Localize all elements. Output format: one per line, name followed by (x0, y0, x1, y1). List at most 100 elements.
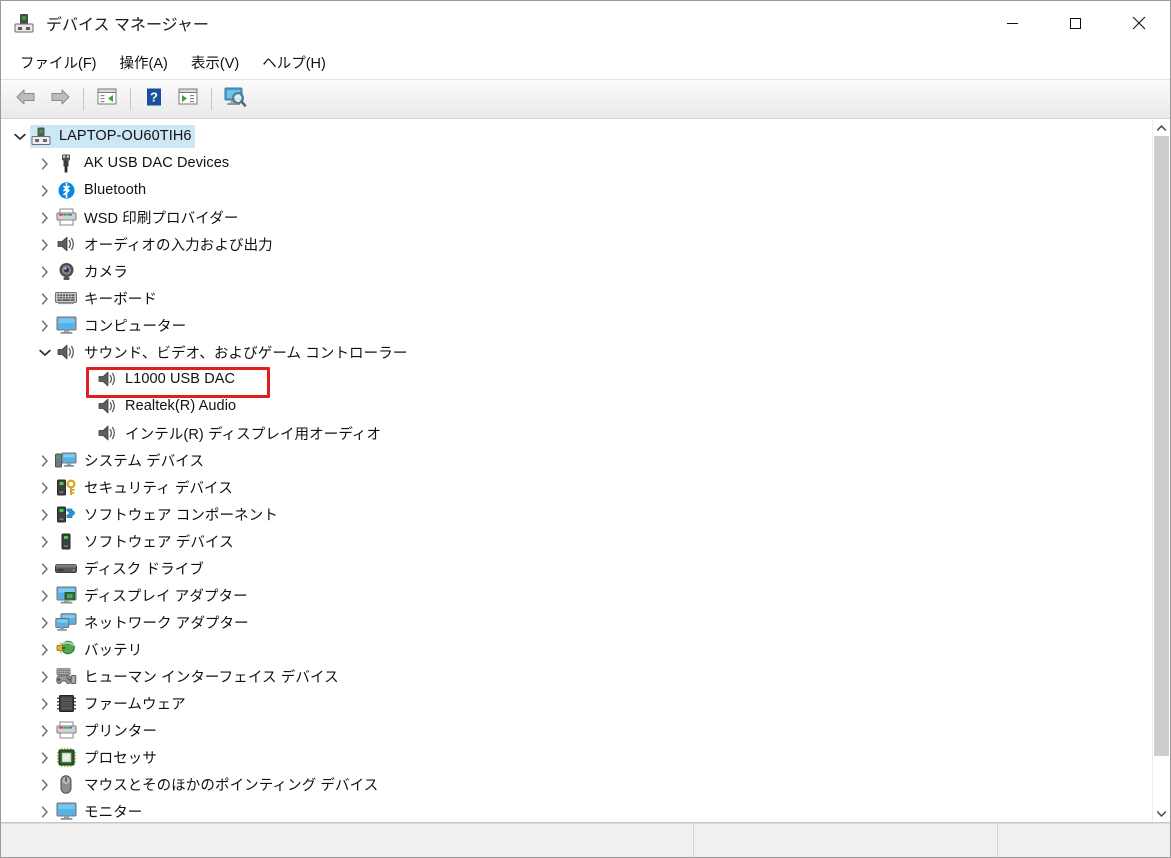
chevron-down-icon[interactable] (35, 349, 55, 357)
tree-item-label: AK USB DAC Devices (84, 155, 230, 171)
toolbar-properties[interactable] (91, 83, 123, 115)
device-tree[interactable]: LAPTOP-OU60TIH6 AK USB DAC Devices Bluet… (1, 119, 1152, 822)
battery-icon (55, 639, 77, 659)
chevron-right-icon[interactable] (35, 643, 55, 656)
chevron-right-icon[interactable] (35, 562, 55, 575)
status-pane-3 (998, 824, 1170, 857)
chevron-right-icon[interactable] (35, 319, 55, 332)
chevron-right-icon[interactable] (35, 616, 55, 629)
tree-item-label: ヒューマン インターフェイス デバイス (84, 669, 339, 686)
tree-item[interactable]: モニター (1, 798, 1152, 822)
tree-item-label: システム デバイス (84, 453, 205, 470)
tree-item[interactable]: インテル(R) ディスプレイ用オーディオ (1, 420, 1152, 447)
menu-bar: ファイル(F) 操作(A) 表示(V) ヘルプ(H) (1, 45, 1170, 80)
speaker-icon (55, 342, 77, 362)
tree-item[interactable]: ソフトウェア デバイス (1, 528, 1152, 555)
speaker-icon (96, 396, 118, 416)
system-devices-icon (55, 450, 77, 470)
tree-item[interactable]: ディスク ドライブ (1, 555, 1152, 582)
security-device-icon (55, 477, 77, 497)
minimize-button[interactable] (981, 1, 1044, 45)
back-arrow-icon (14, 87, 38, 112)
tree-item[interactable]: バッテリ (1, 636, 1152, 663)
chevron-right-icon[interactable] (35, 697, 55, 710)
tree-item-label: キーボード (84, 291, 157, 308)
chevron-right-icon[interactable] (35, 508, 55, 521)
chevron-right-icon[interactable] (35, 589, 55, 602)
mouse-icon (55, 774, 77, 794)
tree-item-label: コンピューター (84, 318, 187, 335)
tree-item[interactable]: WSD 印刷プロバイダー (1, 204, 1152, 231)
tree-item[interactable]: ネットワーク アダプター (1, 609, 1152, 636)
scroll-down-button[interactable] (1153, 805, 1170, 822)
chevron-right-icon[interactable] (35, 292, 55, 305)
tree-item-label: L1000 USB DAC (125, 371, 236, 387)
tree-item[interactable]: システム デバイス (1, 447, 1152, 474)
menu-file[interactable]: ファイル(F) (11, 49, 106, 76)
tree-item[interactable]: カメラ (1, 258, 1152, 285)
toolbar-scan-hardware[interactable] (219, 83, 251, 115)
window-controls (981, 1, 1170, 45)
tree-item[interactable]: コンピューター (1, 312, 1152, 339)
tree-item[interactable]: L1000 USB DAC (1, 366, 1152, 393)
content-area: LAPTOP-OU60TIH6 AK USB DAC Devices Bluet… (1, 119, 1170, 823)
chevron-right-icon[interactable] (35, 805, 55, 818)
tree-item-label: モニター (84, 804, 143, 821)
vertical-scrollbar[interactable] (1152, 119, 1170, 822)
scroll-up-button[interactable] (1153, 119, 1170, 136)
chevron-right-icon[interactable] (35, 238, 55, 251)
tree-item[interactable]: Bluetooth (1, 177, 1152, 204)
chevron-right-icon[interactable] (35, 778, 55, 791)
menu-view[interactable]: 表示(V) (182, 49, 248, 76)
chevron-right-icon[interactable] (35, 670, 55, 683)
chevron-right-icon[interactable] (35, 535, 55, 548)
chevron-right-icon[interactable] (35, 157, 55, 170)
usb-icon (55, 153, 77, 173)
tree-item[interactable]: プロセッサ (1, 744, 1152, 771)
tree-item[interactable]: マウスとそのほかのポインティング デバイス (1, 771, 1152, 798)
speaker-icon (55, 234, 77, 254)
tree-item-label: セキュリティ デバイス (84, 480, 233, 497)
close-button[interactable] (1107, 1, 1170, 45)
network-adapter-icon (55, 612, 77, 632)
chevron-right-icon[interactable] (35, 184, 55, 197)
toolbar-back[interactable] (10, 83, 42, 115)
speaker-icon (96, 369, 118, 389)
tree-item[interactable]: ファームウェア (1, 690, 1152, 717)
tree-item[interactable]: ヒューマン インターフェイス デバイス (1, 663, 1152, 690)
tree-item[interactable]: プリンター (1, 717, 1152, 744)
toolbar-update-driver[interactable] (172, 83, 204, 115)
tree-item[interactable]: AK USB DAC Devices (1, 150, 1152, 177)
status-pane-1 (1, 824, 694, 857)
tree-item[interactable]: キーボード (1, 285, 1152, 312)
toolbar-help[interactable]: ? (138, 83, 170, 115)
tree-item[interactable]: ソフトウェア コンポーネント (1, 501, 1152, 528)
tree-item-label: バッテリ (84, 642, 143, 659)
tree-item[interactable]: サウンド、ビデオ、およびゲーム コントローラー (1, 339, 1152, 366)
status-bar (1, 823, 1170, 857)
tree-item[interactable]: セキュリティ デバイス (1, 474, 1152, 501)
tree-item[interactable]: オーディオの入力および出力 (1, 231, 1152, 258)
tree-item-label: ソフトウェア コンポーネント (84, 507, 278, 524)
scrollbar-track[interactable] (1153, 136, 1170, 805)
chevron-right-icon[interactable] (35, 751, 55, 764)
monitor-icon (55, 801, 77, 821)
maximize-button[interactable] (1044, 1, 1107, 45)
chevron-down-icon[interactable] (10, 133, 30, 141)
toolbar-forward[interactable] (44, 83, 76, 115)
scrollbar-thumb[interactable] (1154, 136, 1169, 756)
chevron-right-icon[interactable] (35, 724, 55, 737)
update-driver-icon (177, 87, 199, 112)
chevron-right-icon[interactable] (35, 454, 55, 467)
menu-action[interactable]: 操作(A) (111, 49, 177, 76)
chevron-right-icon[interactable] (35, 265, 55, 278)
tree-item-label: ディスプレイ アダプター (84, 588, 248, 605)
software-component-icon (55, 504, 77, 524)
tree-item-label: ファームウェア (84, 696, 186, 713)
tree-item[interactable]: Realtek(R) Audio (1, 393, 1152, 420)
chevron-right-icon[interactable] (35, 481, 55, 494)
tree-root-node[interactable]: LAPTOP-OU60TIH6 (1, 123, 1152, 150)
chevron-right-icon[interactable] (35, 211, 55, 224)
tree-item[interactable]: ディスプレイ アダプター (1, 582, 1152, 609)
menu-help[interactable]: ヘルプ(H) (253, 49, 335, 76)
